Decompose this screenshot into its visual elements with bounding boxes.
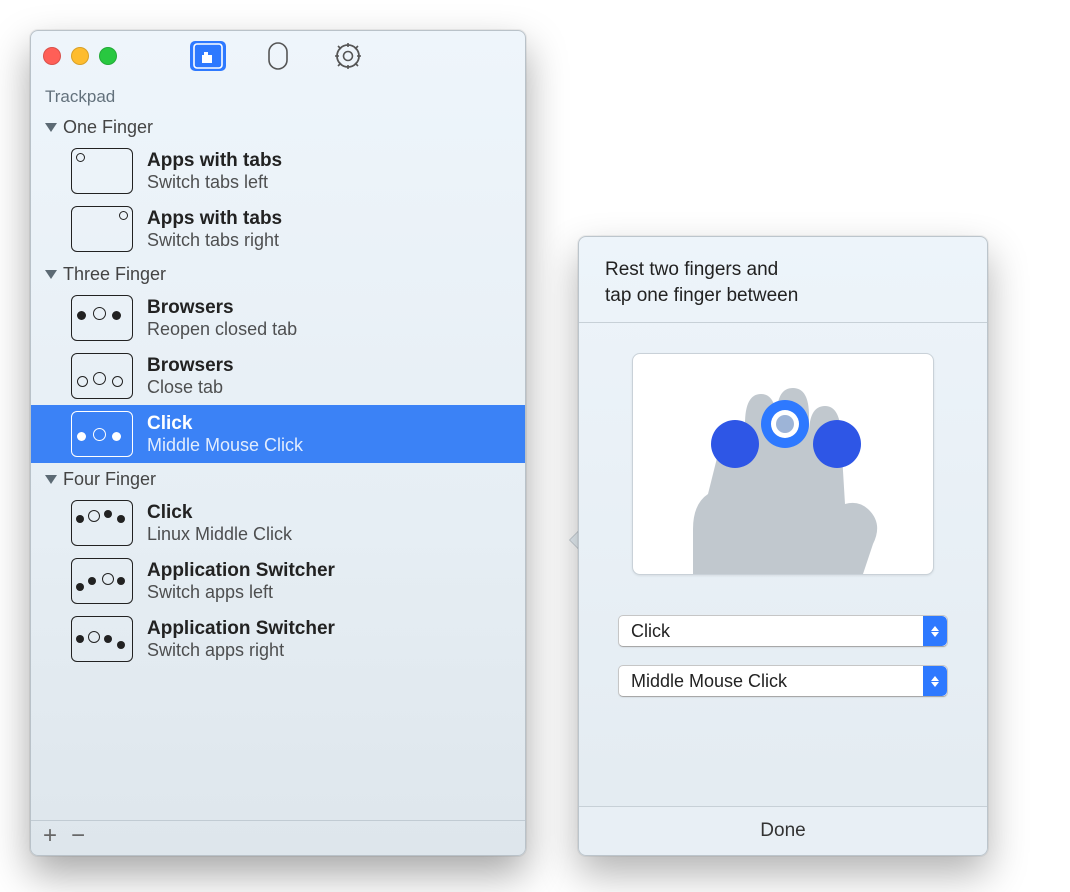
item-subtitle: Switch tabs right — [147, 230, 282, 251]
close-window-button[interactable] — [43, 47, 61, 65]
tab-mouse[interactable] — [243, 36, 313, 76]
result-select[interactable]: Middle Mouse Click — [618, 665, 948, 697]
section-label: One Finger — [63, 117, 153, 138]
minimize-window-button[interactable] — [71, 47, 89, 65]
disclosure-triangle-icon — [45, 475, 57, 484]
gesture-glyph-icon — [71, 206, 133, 252]
gesture-list: One Finger Apps with tabs Switch tabs le… — [31, 111, 525, 820]
gesture-illustration — [632, 353, 934, 575]
detail-heading: Rest two fingers and tap one finger betw… — [579, 237, 987, 323]
item-subtitle: Linux Middle Click — [147, 524, 292, 545]
trackpad-hand-icon — [190, 41, 226, 71]
item-subtitle: Switch apps left — [147, 582, 335, 603]
list-item[interactable]: Browsers Close tab — [31, 347, 525, 405]
list-item[interactable]: Click Linux Middle Click — [31, 494, 525, 552]
gesture-glyph-icon — [71, 500, 133, 546]
gesture-glyph-icon — [71, 616, 133, 662]
item-subtitle: Close tab — [147, 377, 234, 398]
section-three-finger[interactable]: Three Finger — [31, 258, 525, 289]
heading-line: tap one finger between — [605, 283, 961, 309]
item-subtitle: Switch apps right — [147, 640, 335, 661]
list-footer: + − — [31, 820, 525, 855]
disclosure-triangle-icon — [45, 270, 57, 279]
disclosure-triangle-icon — [45, 123, 57, 132]
item-title: Apps with tabs — [147, 150, 282, 172]
section-label: Three Finger — [63, 264, 166, 285]
remove-button[interactable]: − — [71, 824, 85, 848]
gesture-glyph-icon — [71, 353, 133, 399]
mouse-icon — [260, 41, 296, 71]
item-title: Apps with tabs — [147, 208, 282, 230]
gesture-glyph-icon — [71, 148, 133, 194]
item-title: Browsers — [147, 355, 234, 377]
list-item[interactable]: Browsers Reopen closed tab — [31, 289, 525, 347]
titlebar — [31, 31, 525, 81]
heading-line: Rest two fingers and — [605, 257, 961, 283]
action-select[interactable]: Click — [618, 615, 948, 647]
detail-popover: Rest two fingers and tap one finger betw… — [578, 236, 988, 856]
item-title: Application Switcher — [147, 618, 335, 640]
item-subtitle: Switch tabs left — [147, 172, 282, 193]
list-item[interactable]: Application Switcher Switch apps right — [31, 610, 525, 668]
gesture-glyph-icon — [71, 558, 133, 604]
gesture-glyph-icon — [71, 295, 133, 341]
list-item[interactable]: Apps with tabs Switch tabs right — [31, 200, 525, 258]
section-one-finger[interactable]: One Finger — [31, 111, 525, 142]
window-controls[interactable] — [43, 47, 117, 65]
item-subtitle: Reopen closed tab — [147, 319, 297, 340]
list-item[interactable]: Apps with tabs Switch tabs left — [31, 142, 525, 200]
gear-icon — [330, 41, 366, 71]
item-title: Browsers — [147, 297, 297, 319]
toolbar-tabs — [173, 36, 383, 76]
stepper-icon — [923, 666, 947, 696]
preferences-window: Trackpad One Finger Apps with tabs Switc… — [30, 30, 526, 856]
item-title: Click — [147, 502, 292, 524]
section-label: Four Finger — [63, 469, 156, 490]
select-value: Middle Mouse Click — [631, 671, 787, 692]
stepper-icon — [923, 616, 947, 646]
gesture-glyph-icon — [71, 411, 133, 457]
item-title: Click — [147, 413, 303, 435]
zoom-window-button[interactable] — [99, 47, 117, 65]
add-button[interactable]: + — [43, 824, 57, 848]
select-value: Click — [631, 621, 670, 642]
item-subtitle: Middle Mouse Click — [147, 435, 303, 456]
done-button[interactable]: Done — [579, 806, 987, 855]
tab-trackpad[interactable] — [173, 36, 243, 76]
list-item[interactable]: Application Switcher Switch apps left — [31, 552, 525, 610]
list-item-selected[interactable]: Click Middle Mouse Click — [31, 405, 525, 463]
section-caption: Trackpad — [31, 81, 525, 111]
item-title: Application Switcher — [147, 560, 335, 582]
tab-settings[interactable] — [313, 36, 383, 76]
section-four-finger[interactable]: Four Finger — [31, 463, 525, 494]
